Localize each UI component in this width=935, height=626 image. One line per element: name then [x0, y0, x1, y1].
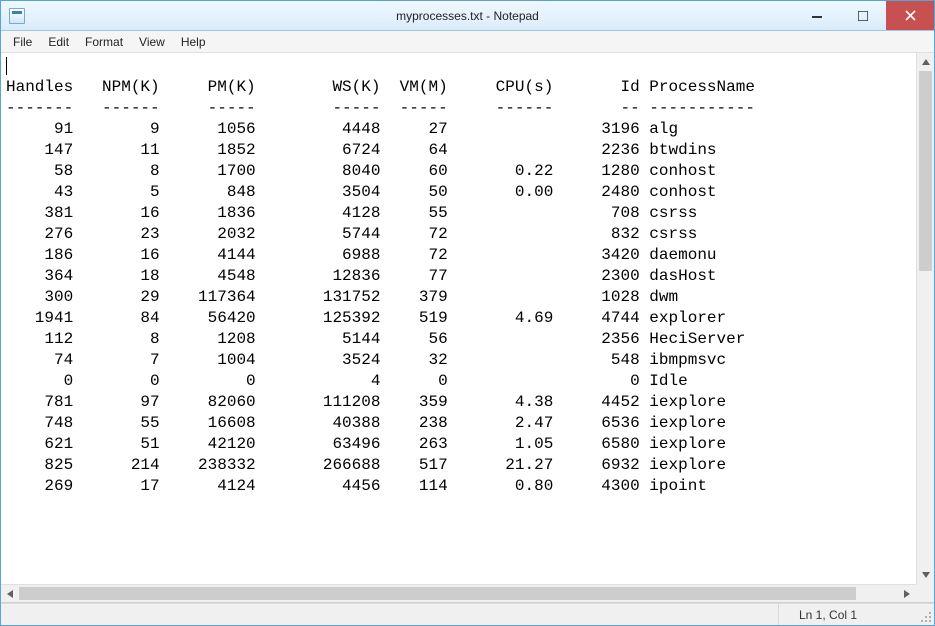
text-content: Handles NPM(K) PM(K) WS(K) VM(M) CPU(s) …	[6, 56, 912, 497]
scroll-left-button[interactable]	[1, 585, 19, 602]
scroll-corner	[916, 584, 934, 602]
titlebar[interactable]: myprocesses.txt - Notepad	[1, 1, 934, 31]
scroll-down-button[interactable]	[917, 566, 934, 584]
resize-grip-icon[interactable]	[920, 611, 932, 623]
app-icon	[9, 8, 25, 24]
vertical-scrollbar[interactable]	[916, 53, 934, 584]
menu-view[interactable]: View	[131, 33, 173, 51]
scroll-up-button[interactable]	[917, 53, 934, 71]
editor-area: Handles NPM(K) PM(K) WS(K) VM(M) CPU(s) …	[1, 53, 934, 603]
horizontal-scrollbar[interactable]	[1, 584, 916, 602]
scroll-right-button[interactable]	[898, 585, 916, 602]
maximize-button[interactable]	[840, 1, 886, 30]
minimize-button[interactable]	[794, 1, 840, 30]
vertical-scroll-thumb[interactable]	[919, 71, 932, 271]
menu-edit[interactable]: Edit	[40, 33, 77, 51]
menubar: File Edit Format View Help	[1, 31, 934, 53]
menu-format[interactable]: Format	[77, 33, 131, 51]
window-title: myprocesses.txt - Notepad	[396, 9, 539, 23]
menu-file[interactable]: File	[5, 33, 40, 51]
text-area[interactable]: Handles NPM(K) PM(K) WS(K) VM(M) CPU(s) …	[2, 54, 916, 584]
status-position: Ln 1, Col 1	[778, 604, 918, 625]
statusbar: Ln 1, Col 1	[1, 603, 934, 625]
text-caret	[6, 57, 7, 75]
close-button[interactable]	[886, 1, 934, 30]
window-buttons	[794, 1, 934, 30]
horizontal-scroll-thumb[interactable]	[19, 587, 856, 600]
menu-help[interactable]: Help	[173, 33, 214, 51]
